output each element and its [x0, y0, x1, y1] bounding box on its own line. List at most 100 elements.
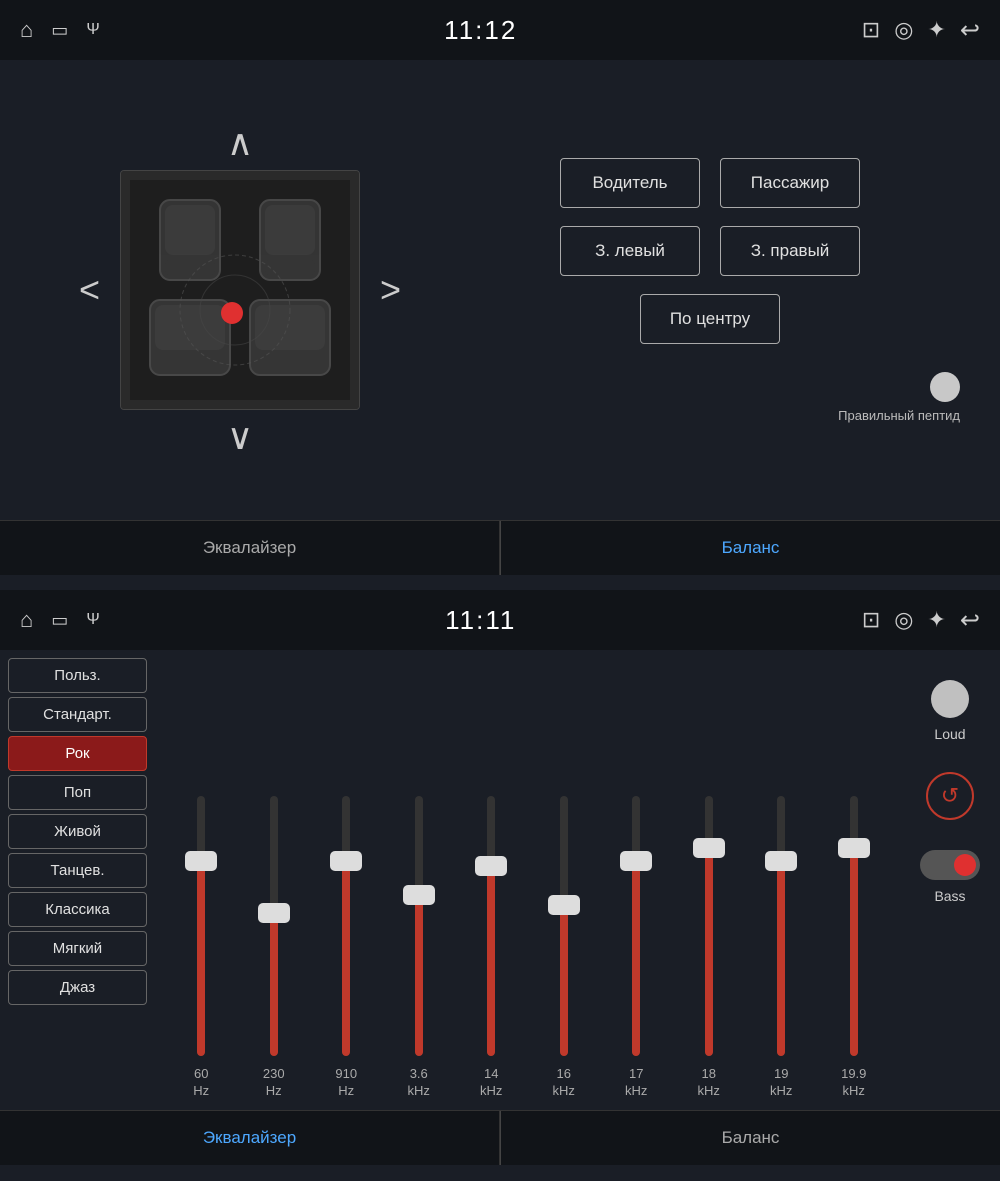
usb-icon-bottom: Ψ	[86, 611, 99, 629]
slider-track-0[interactable]	[197, 796, 205, 1056]
preset-classic[interactable]: Классика	[8, 892, 147, 927]
preset-jazz[interactable]: Джаз	[8, 970, 147, 1005]
eq-slider-col-2: 910Hz	[310, 796, 383, 1100]
screen-icon-bottom[interactable]: ▭	[51, 610, 68, 631]
bottom-status-bar: ⌂ ▭ Ψ 11:11 ⊡ ◎ ✦ ↩	[0, 590, 1000, 650]
usb-icon: Ψ	[86, 21, 99, 39]
eq-presets-sidebar: Польз. Стандарт. Рок Поп Живой Танцев. К…	[0, 650, 155, 1110]
slider-fill-0	[197, 861, 205, 1056]
eq-slider-col-7: 18kHz	[673, 796, 746, 1100]
slider-label-3: 3.6kHz	[408, 1066, 430, 1100]
preset-soft[interactable]: Мягкий	[8, 931, 147, 966]
slider-fill-9	[850, 848, 858, 1056]
loud-control: Loud	[931, 680, 969, 742]
tab-balance-bottom[interactable]: Баланс	[501, 1111, 1000, 1165]
slider-fill-7	[705, 848, 713, 1056]
rear-seat-buttons: З. левый З. правый	[560, 226, 860, 276]
bluetooth-icon[interactable]: ✦	[927, 17, 945, 43]
cast-icon[interactable]: ⊡	[862, 17, 880, 43]
top-panel: ⌂ ▭ Ψ 11:12 ⊡ ◎ ✦ ↩ ∧ <	[0, 0, 1000, 590]
slider-thumb-8[interactable]	[765, 851, 797, 871]
slider-track-6[interactable]	[632, 796, 640, 1056]
slider-track-4[interactable]	[487, 796, 495, 1056]
slider-thumb-0[interactable]	[185, 851, 217, 871]
slider-thumb-3[interactable]	[403, 885, 435, 905]
car-image-row: <	[69, 170, 411, 410]
passenger-button[interactable]: Пассажир	[720, 158, 860, 208]
slider-label-8: 19kHz	[770, 1066, 792, 1100]
rear-left-button[interactable]: З. левый	[560, 226, 700, 276]
bass-toggle[interactable]	[920, 850, 980, 880]
slider-track-5[interactable]	[560, 796, 568, 1056]
preset-live[interactable]: Живой	[8, 814, 147, 849]
slider-track-8[interactable]	[777, 796, 785, 1056]
bottom-tabs-bar: Эквалайзер Баланс	[0, 1110, 1000, 1165]
status-bar-right-icons: ⊡ ◎ ✦ ↩	[862, 16, 980, 45]
slider-thumb-1[interactable]	[258, 903, 290, 923]
top-time-display: 11:12	[444, 15, 517, 46]
back-icon[interactable]: ↩	[960, 16, 980, 45]
slider-fill-6	[632, 861, 640, 1056]
top-tabs-bar: Эквалайзер Баланс	[0, 520, 1000, 575]
tab-equalizer-top[interactable]: Эквалайзер	[0, 521, 500, 575]
location-icon-bottom[interactable]: ◎	[894, 607, 913, 633]
eq-right-controls: Loud ↺ Bass	[900, 650, 1000, 1110]
bass-label: Bass	[934, 888, 965, 904]
car-seats-svg	[130, 180, 350, 400]
toggle-circle-indicator[interactable]	[930, 372, 960, 402]
preset-rock[interactable]: Рок	[8, 736, 147, 771]
arrow-down-button[interactable]: ∨	[207, 410, 273, 464]
eq-slider-col-5: 16kHz	[528, 796, 601, 1100]
location-icon[interactable]: ◎	[894, 17, 913, 43]
bluetooth-icon-bottom[interactable]: ✦	[927, 607, 945, 633]
slider-fill-1	[270, 913, 278, 1056]
arrow-right-button[interactable]: >	[370, 263, 411, 317]
position-indicator-dot	[221, 302, 243, 324]
loud-indicator[interactable]	[931, 680, 969, 718]
tab-balance-top[interactable]: Баланс	[501, 521, 1000, 575]
balance-content: ∧ <	[0, 60, 1000, 520]
preset-custom[interactable]: Польз.	[8, 658, 147, 693]
slider-track-3[interactable]	[415, 796, 423, 1056]
eq-slider-col-1: 230Hz	[238, 796, 311, 1100]
arrow-up-button[interactable]: ∧	[207, 116, 273, 170]
slider-thumb-2[interactable]	[330, 851, 362, 871]
slider-track-9[interactable]	[850, 796, 858, 1056]
slider-thumb-6[interactable]	[620, 851, 652, 871]
bottom-status-bar-left: ⌂ ▭ Ψ	[20, 607, 100, 633]
slider-fill-2	[342, 861, 350, 1056]
back-icon-bottom[interactable]: ↩	[960, 606, 980, 635]
front-seat-buttons: Водитель Пассажир	[560, 158, 860, 208]
center-button[interactable]: По центру	[640, 294, 780, 344]
car-image-box[interactable]	[120, 170, 360, 410]
preset-pop[interactable]: Поп	[8, 775, 147, 810]
slider-label-5: 16kHz	[553, 1066, 575, 1100]
eq-slider-col-0: 60Hz	[165, 796, 238, 1100]
slider-thumb-9[interactable]	[838, 838, 870, 858]
tab-equalizer-bottom[interactable]: Эквалайзер	[0, 1111, 500, 1165]
slider-thumb-5[interactable]	[548, 895, 580, 915]
cast-icon-bottom[interactable]: ⊡	[862, 607, 880, 633]
slider-track-2[interactable]	[342, 796, 350, 1056]
slider-thumb-4[interactable]	[475, 856, 507, 876]
eq-slider-col-8: 19kHz	[745, 796, 818, 1100]
reset-button[interactable]: ↺	[926, 772, 974, 820]
eq-sliders-area: 60Hz 230Hz 910Hz 3.6kHz 14kH	[165, 670, 890, 1110]
eq-slider-col-4: 14kHz	[455, 796, 528, 1100]
car-interior-image	[121, 171, 359, 409]
arrow-left-button[interactable]: <	[69, 263, 110, 317]
home-icon[interactable]: ⌂	[20, 17, 33, 43]
slider-track-1[interactable]	[270, 796, 278, 1056]
home-icon-bottom[interactable]: ⌂	[20, 607, 33, 633]
preset-standard[interactable]: Стандарт.	[8, 697, 147, 732]
top-status-bar: ⌂ ▭ Ψ 11:12 ⊡ ◎ ✦ ↩	[0, 0, 1000, 60]
rear-right-button[interactable]: З. правый	[720, 226, 860, 276]
driver-button[interactable]: Водитель	[560, 158, 700, 208]
slider-fill-3	[415, 895, 423, 1056]
screen-icon[interactable]: ▭	[51, 20, 68, 41]
slider-label-1: 230Hz	[263, 1066, 285, 1100]
bottom-status-bar-right: ⊡ ◎ ✦ ↩	[862, 606, 980, 635]
slider-thumb-7[interactable]	[693, 838, 725, 858]
slider-track-7[interactable]	[705, 796, 713, 1056]
preset-dance[interactable]: Танцев.	[8, 853, 147, 888]
